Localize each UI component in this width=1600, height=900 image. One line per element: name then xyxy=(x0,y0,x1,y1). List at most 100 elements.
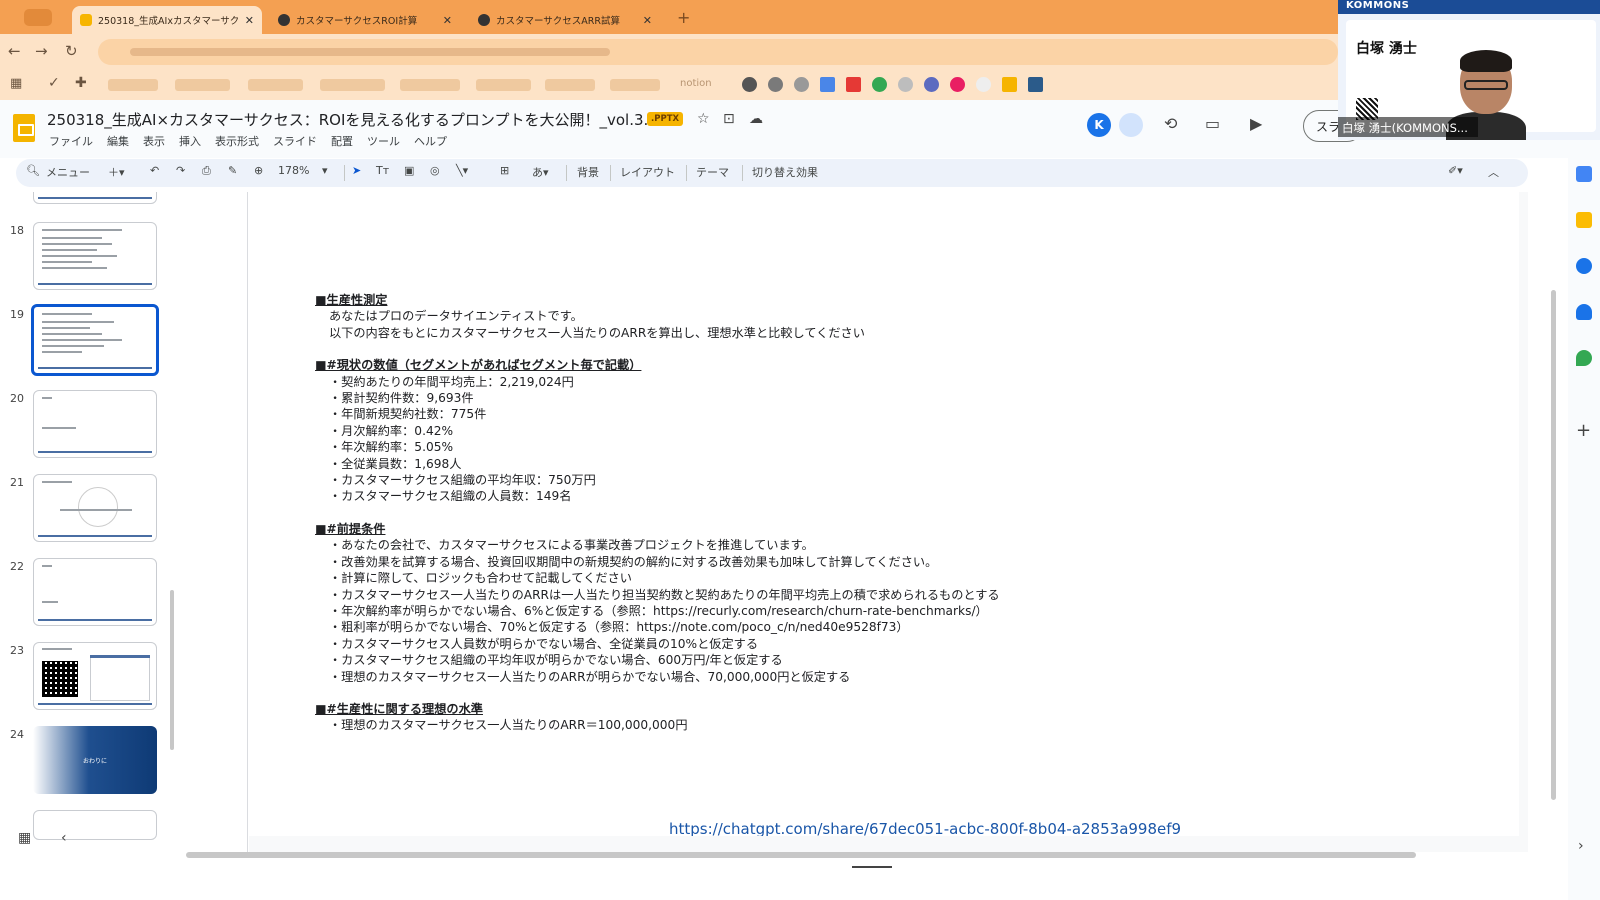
maps-icon[interactable] xyxy=(1576,350,1592,366)
star-icon[interactable]: ☆ xyxy=(697,111,710,127)
vertical-scrollbar[interactable] xyxy=(1551,290,1556,800)
comments-icon[interactable]: ▭ xyxy=(1205,114,1220,133)
menu-insert[interactable]: 挿入 xyxy=(179,133,201,149)
bookmark-icon-1[interactable] xyxy=(742,77,757,92)
menu-edit[interactable]: 編集 xyxy=(107,133,129,149)
checkmark-icon[interactable]: ✓ xyxy=(48,75,60,91)
menu-format[interactable]: 表示形式 xyxy=(215,133,259,149)
horizontal-scrollbar[interactable] xyxy=(186,852,1416,858)
pin-icon[interactable]: ✚ xyxy=(75,75,87,91)
comment-add-icon[interactable]: ⊞ xyxy=(500,164,509,177)
grid-view-icon[interactable]: ▦ xyxy=(18,830,31,846)
slide-thumbnail-21[interactable] xyxy=(33,474,157,542)
bookmark-icon-5[interactable] xyxy=(846,77,861,92)
collapse-toolbar-icon[interactable]: ︿ xyxy=(1488,164,1499,180)
version-history-icon[interactable]: ⟲ xyxy=(1164,114,1177,133)
close-tab-icon[interactable]: ✕ xyxy=(245,14,254,27)
apps-grid-icon[interactable]: ▦ xyxy=(10,76,22,91)
slide-canvas[interactable]: ■生産性測定 あなたはプロのデータサイエンティストです。 以下の内容をもとにカス… xyxy=(249,192,1519,836)
contacts-icon[interactable] xyxy=(1576,304,1592,320)
new-tab-button[interactable]: + xyxy=(677,8,690,27)
bookmark-icon-9[interactable] xyxy=(950,77,965,92)
bookmark-icon-11[interactable] xyxy=(1002,77,1017,92)
keep-icon[interactable] xyxy=(1576,212,1592,228)
bookmark-7[interactable] xyxy=(545,79,595,91)
transition-button[interactable]: 切り替え効果 xyxy=(752,164,818,180)
bookmark-2[interactable] xyxy=(175,79,230,91)
user-avatar[interactable]: K xyxy=(1087,113,1111,137)
slide-thumbnail-17[interactable] xyxy=(33,192,157,204)
collapse-filmstrip-icon[interactable]: ‹ xyxy=(61,830,67,846)
menu-view[interactable]: 表示 xyxy=(143,133,165,149)
background-button[interactable]: 背景 xyxy=(577,164,599,180)
browser-tab-roi[interactable]: カスタマーサクセスROI計算 ✕ xyxy=(270,6,460,34)
cloud-status-icon[interactable]: ☁ xyxy=(749,111,763,127)
calendar-icon[interactable] xyxy=(1576,166,1592,182)
shape-icon[interactable]: ◎ xyxy=(430,164,440,177)
menu-file[interactable]: ファイル xyxy=(49,133,93,149)
menu-help[interactable]: ヘルプ xyxy=(414,133,447,149)
bookmark-icon-8[interactable] xyxy=(924,77,939,92)
filmstrip-scrollbar[interactable] xyxy=(170,590,174,750)
chatgpt-share-link[interactable]: https://chatgpt.com/share/67dec051-acbc-… xyxy=(669,820,1181,836)
bookmark-icon-4[interactable] xyxy=(820,77,835,92)
line-icon[interactable]: ╲▾ xyxy=(456,164,468,177)
back-icon[interactable]: ← xyxy=(8,42,21,60)
bookmark-icon-6[interactable] xyxy=(872,77,887,92)
meet-camera-icon[interactable]: ▶ xyxy=(1250,114,1262,133)
menu-search-input[interactable]: メニュー xyxy=(46,164,90,180)
menu-tools[interactable]: ツール xyxy=(367,133,400,149)
bookmark-icon-7[interactable] xyxy=(898,77,913,92)
menu-slide[interactable]: スライド xyxy=(273,133,317,149)
move-folder-icon[interactable]: ⊡ xyxy=(723,111,735,127)
theme-button[interactable]: テーマ xyxy=(696,164,729,180)
pen-tool-icon[interactable]: ✐▾ xyxy=(1448,164,1463,177)
layout-button[interactable]: レイアウト xyxy=(620,164,675,180)
show-side-panel-icon[interactable]: › xyxy=(1578,838,1584,854)
zoom-icon[interactable]: ⊕ xyxy=(254,164,263,177)
slide-thumbnail-25[interactable] xyxy=(33,810,157,840)
bookmark-icon-10[interactable] xyxy=(976,77,991,92)
zoom-dropdown-icon[interactable]: ▾ xyxy=(322,164,328,177)
redo-icon[interactable]: ↷ xyxy=(176,164,185,177)
zoom-select[interactable]: 178% xyxy=(278,164,309,177)
close-tab-icon[interactable]: ✕ xyxy=(443,14,452,27)
close-tab-icon[interactable]: ✕ xyxy=(643,14,652,27)
slide-thumbnail-19[interactable] xyxy=(31,304,159,376)
image-icon[interactable]: ▣ xyxy=(404,164,414,177)
slides-logo-icon[interactable] xyxy=(13,114,35,142)
search-icon[interactable]: 🔍︎ xyxy=(26,164,40,177)
bookmark-4[interactable] xyxy=(320,79,385,91)
paint-format-icon[interactable]: ✎ xyxy=(228,164,237,177)
browser-tab-slides[interactable]: 250318_生成AIxカスタマーサクセス ✕ xyxy=(72,6,262,34)
reload-icon[interactable]: ↻ xyxy=(65,42,78,60)
url-input[interactable] xyxy=(98,39,1338,65)
new-slide-icon[interactable]: ＋▾ xyxy=(108,164,125,180)
select-cursor-icon[interactable]: ➤ xyxy=(352,164,361,177)
bookmark-notion[interactable]: notion xyxy=(680,78,712,89)
slide-text-box[interactable]: ■生産性測定 あなたはプロのデータサイエンティストです。 以下の内容をもとにカス… xyxy=(315,292,1465,734)
text-box-icon[interactable]: Tт xyxy=(376,164,389,177)
bookmark-1[interactable] xyxy=(108,79,158,91)
bookmark-3[interactable] xyxy=(248,79,303,91)
speaker-notes-handle[interactable] xyxy=(852,866,892,868)
bookmark-6[interactable] xyxy=(476,79,531,91)
browser-tab-arr[interactable]: カスタマーサクセスARR試算 ✕ xyxy=(470,6,660,34)
input-tools-icon[interactable]: あ▾ xyxy=(532,164,549,180)
bookmark-icon-3[interactable] xyxy=(794,77,809,92)
tab-search-button[interactable] xyxy=(24,9,52,26)
bookmark-icon-2[interactable] xyxy=(768,77,783,92)
slide-thumbnail-20[interactable] xyxy=(33,390,157,458)
menu-arrange[interactable]: 配置 xyxy=(331,133,353,149)
slide-thumbnail-23[interactable] xyxy=(33,642,157,710)
forward-icon[interactable]: → xyxy=(35,42,48,60)
add-addon-icon[interactable]: + xyxy=(1576,420,1591,441)
undo-icon[interactable]: ↶ xyxy=(150,164,159,177)
slide-thumbnail-24[interactable]: おわりに xyxy=(33,726,157,794)
slide-thumbnail-18[interactable] xyxy=(33,222,157,290)
collaborator-avatar[interactable] xyxy=(1119,113,1143,137)
bookmark-icon-12[interactable] xyxy=(1028,77,1043,92)
bookmark-5[interactable] xyxy=(400,79,460,91)
slide-thumbnail-22[interactable] xyxy=(33,558,157,626)
document-title[interactable]: 250318_生成AI×カスタマーサクセス：ROIを見える化するプロンプトを大公… xyxy=(47,109,658,130)
